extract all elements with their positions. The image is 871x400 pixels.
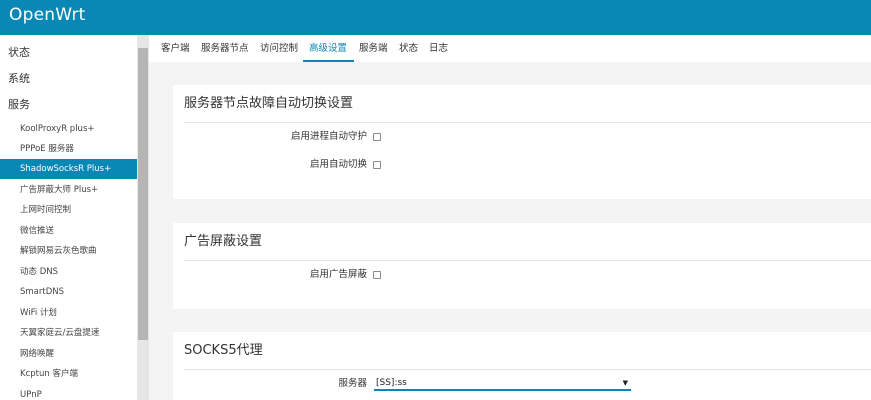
sidebar-item-wake-on-lan[interactable]: 网络唤醒 xyxy=(0,344,137,364)
sidebar-item-wechat-push[interactable]: 微信推送 xyxy=(0,221,137,241)
top-bar: OpenWrt xyxy=(0,0,871,35)
socks5-proxy-card: SOCKS5代理 服务器 [SS]:ss ▼ xyxy=(173,332,871,400)
tab-access-control[interactable]: 访问控制 xyxy=(260,43,298,55)
sidebar-section-system[interactable]: 系统 xyxy=(8,72,30,86)
triangle-down-icon: ▼ xyxy=(622,379,628,387)
failover-settings-divider xyxy=(184,122,871,123)
sidebar-item-tianyi-cloud[interactable]: 天翼家庭云/云盘提速 xyxy=(0,323,137,343)
sidebar-item-wifi-schedule[interactable]: WiFi 计划 xyxy=(0,303,137,323)
adblock-settings-card: 广告屏蔽设置 启用广告屏蔽 xyxy=(173,223,871,309)
auto-daemon-label: 启用进程自动守护 xyxy=(290,131,367,142)
sidebar-item-unblock-netease[interactable]: 解锁网易云灰色歌曲 xyxy=(0,241,137,261)
sidebar-item-time-control[interactable]: 上网时间控制 xyxy=(0,200,137,220)
sidebar-scrollbar-thumb[interactable] xyxy=(138,48,148,340)
sidebar-item-smartdns[interactable]: SmartDNS xyxy=(0,282,137,302)
tab-log[interactable]: 日志 xyxy=(429,43,448,55)
adblock-settings-title: 广告屏蔽设置 xyxy=(184,234,263,249)
socks5-proxy-title: SOCKS5代理 xyxy=(184,343,263,358)
failover-settings-card: 服务器节点故障自动切换设置 启用进程自动守护 启用自动切换 xyxy=(173,85,871,199)
tab-status[interactable]: 状态 xyxy=(399,43,418,55)
socks5-server-select[interactable]: [SS]:ss ▼ xyxy=(374,377,631,391)
sidebar-item-pppoe-server[interactable]: PPPoE 服务器 xyxy=(0,139,137,159)
socks5-server-label: 服务器 xyxy=(338,378,367,389)
sidebar: 状态 系统 服务 KoolProxyR plus+ PPPoE 服务器 Shad… xyxy=(0,35,137,400)
sidebar-section-services[interactable]: 服务 xyxy=(8,98,30,112)
sidebar-item-ddns[interactable]: 动态 DNS xyxy=(0,262,137,282)
sidebar-item-upnp[interactable]: UPnP xyxy=(0,385,137,400)
adblock-enable-checkbox[interactable] xyxy=(373,271,381,279)
auto-daemon-checkbox[interactable] xyxy=(373,133,381,141)
sidebar-item-koolproxyr[interactable]: KoolProxyR plus+ xyxy=(0,119,137,139)
socks5-server-value: [SS]:ss xyxy=(376,378,407,388)
brand-title[interactable]: OpenWrt xyxy=(9,5,86,25)
tab-client[interactable]: 客户端 xyxy=(161,43,190,55)
tab-advanced-settings[interactable]: 高级设置 xyxy=(309,43,347,55)
tab-server[interactable]: 服务端 xyxy=(359,43,388,55)
active-tab-indicator xyxy=(303,60,354,62)
socks5-proxy-divider xyxy=(184,369,871,370)
sidebar-item-kcptun-client[interactable]: Kcptun 客户端 xyxy=(0,364,137,384)
adblock-settings-divider xyxy=(184,260,871,261)
tab-bar: 客户端 服务器节点 访问控制 高级设置 服务端 状态 日志 xyxy=(149,35,871,62)
sidebar-section-status[interactable]: 状态 xyxy=(8,46,30,60)
failover-settings-title: 服务器节点故障自动切换设置 xyxy=(184,96,354,111)
adblock-enable-label: 启用广告屏蔽 xyxy=(309,269,367,280)
main-content: 客户端 服务器节点 访问控制 高级设置 服务端 状态 日志 服务器节点故障自动切… xyxy=(149,35,871,400)
tab-server-nodes[interactable]: 服务器节点 xyxy=(201,43,249,55)
auto-switch-label: 启用自动切换 xyxy=(309,159,367,170)
sidebar-item-adblock-master[interactable]: 广告屏蔽大师 Plus+ xyxy=(0,180,137,200)
sidebar-item-shadowsocksr[interactable]: ShadowSocksR Plus+ xyxy=(0,159,137,179)
auto-switch-checkbox[interactable] xyxy=(373,161,381,169)
